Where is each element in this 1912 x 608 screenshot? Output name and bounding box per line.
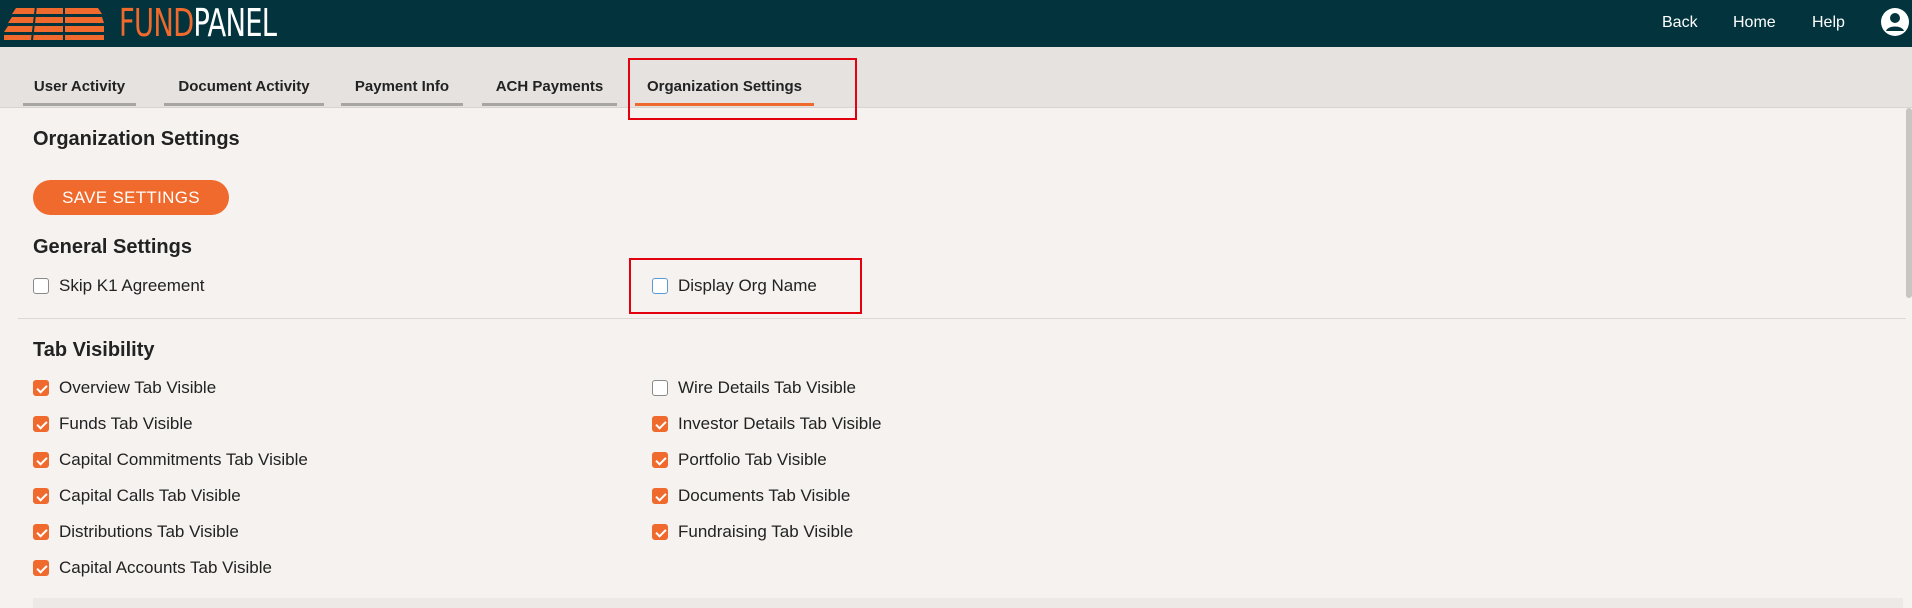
tab-visibility-heading: Tab Visibility [33, 339, 155, 361]
checkbox-label: Wire Details Tab Visible [678, 378, 856, 397]
tab-user-activity[interactable]: User Activity [23, 76, 136, 106]
section-divider [18, 318, 1906, 319]
checkbox-label: Capital Calls Tab Visible [59, 486, 241, 505]
checkbox-icon[interactable] [33, 560, 49, 576]
tab-ach-payments[interactable]: ACH Payments [482, 76, 617, 106]
home-link[interactable]: Home [1733, 14, 1776, 32]
checkbox-label: Capital Accounts Tab Visible [59, 558, 272, 577]
top-navigation-bar: FUNDPANEL Back Home Help [0, 0, 1912, 47]
checkbox-label: Display Org Name [678, 276, 817, 295]
capital-accounts-tab-visible-checkbox[interactable]: Capital Accounts Tab Visible [33, 557, 272, 579]
save-settings-button[interactable]: SAVE SETTINGS [33, 180, 229, 215]
logo-stripes-icon [4, 4, 104, 40]
checkbox-icon[interactable] [33, 524, 49, 540]
back-link[interactable]: Back [1662, 14, 1698, 32]
checkbox-icon[interactable] [33, 488, 49, 504]
capital-commitments-tab-visible-checkbox[interactable]: Capital Commitments Tab Visible [33, 449, 308, 471]
checkbox-icon[interactable] [652, 452, 668, 468]
logo-panel-text: PANEL [193, 1, 277, 45]
checkbox-icon[interactable] [33, 278, 49, 294]
checkbox-icon[interactable] [652, 488, 668, 504]
checkbox-icon[interactable] [33, 452, 49, 468]
checkbox-label: Investor Details Tab Visible [678, 414, 882, 433]
checkbox-label: Skip K1 Agreement [59, 276, 205, 295]
tab-document-activity[interactable]: Document Activity [164, 76, 324, 106]
vertical-scrollbar[interactable] [1906, 108, 1912, 298]
capital-calls-tab-visible-checkbox[interactable]: Capital Calls Tab Visible [33, 485, 241, 507]
checkbox-label: Documents Tab Visible [678, 486, 851, 505]
tab-payment-info[interactable]: Payment Info [341, 76, 463, 106]
documents-tab-visible-checkbox[interactable]: Documents Tab Visible [652, 485, 850, 507]
checkbox-icon[interactable] [652, 416, 668, 432]
checkbox-icon[interactable] [652, 380, 668, 396]
checkbox-label: Portfolio Tab Visible [678, 450, 827, 469]
fundraising-tab-visible-checkbox[interactable]: Fundraising Tab Visible [652, 521, 853, 543]
display-org-name-checkbox[interactable]: Display Org Name [652, 275, 817, 297]
checkbox-label: Fundraising Tab Visible [678, 522, 854, 541]
tab-organization-settings[interactable]: Organization Settings [635, 76, 814, 106]
general-settings-heading: General Settings [33, 236, 192, 258]
distributions-tab-visible-checkbox[interactable]: Distributions Tab Visible [33, 521, 239, 543]
logo-fund-text: FUND [119, 1, 194, 45]
checkbox-icon[interactable] [652, 278, 668, 294]
checkbox-icon[interactable] [652, 524, 668, 540]
checkbox-label: Funds Tab Visible [59, 414, 193, 433]
wire-details-tab-visible-checkbox[interactable]: Wire Details Tab Visible [652, 377, 856, 399]
user-account-icon[interactable] [1880, 7, 1910, 37]
page-title: Organization Settings [33, 128, 240, 150]
checkbox-icon[interactable] [33, 416, 49, 432]
checkbox-label: Distributions Tab Visible [59, 522, 239, 541]
funds-tab-visible-checkbox[interactable]: Funds Tab Visible [33, 413, 193, 435]
section-bottom-strip [33, 598, 1903, 608]
investor-details-tab-visible-checkbox[interactable]: Investor Details Tab Visible [652, 413, 881, 435]
skip-k1-agreement-checkbox[interactable]: Skip K1 Agreement [33, 275, 205, 297]
checkbox-label: Overview Tab Visible [59, 378, 217, 397]
brand-logo-text: FUNDPANEL [119, 0, 277, 47]
help-link[interactable]: Help [1812, 14, 1845, 32]
checkbox-icon[interactable] [33, 380, 49, 396]
overview-tab-visible-checkbox[interactable]: Overview Tab Visible [33, 377, 216, 399]
checkbox-label: Capital Commitments Tab Visible [59, 450, 308, 469]
portfolio-tab-visible-checkbox[interactable]: Portfolio Tab Visible [652, 449, 827, 471]
